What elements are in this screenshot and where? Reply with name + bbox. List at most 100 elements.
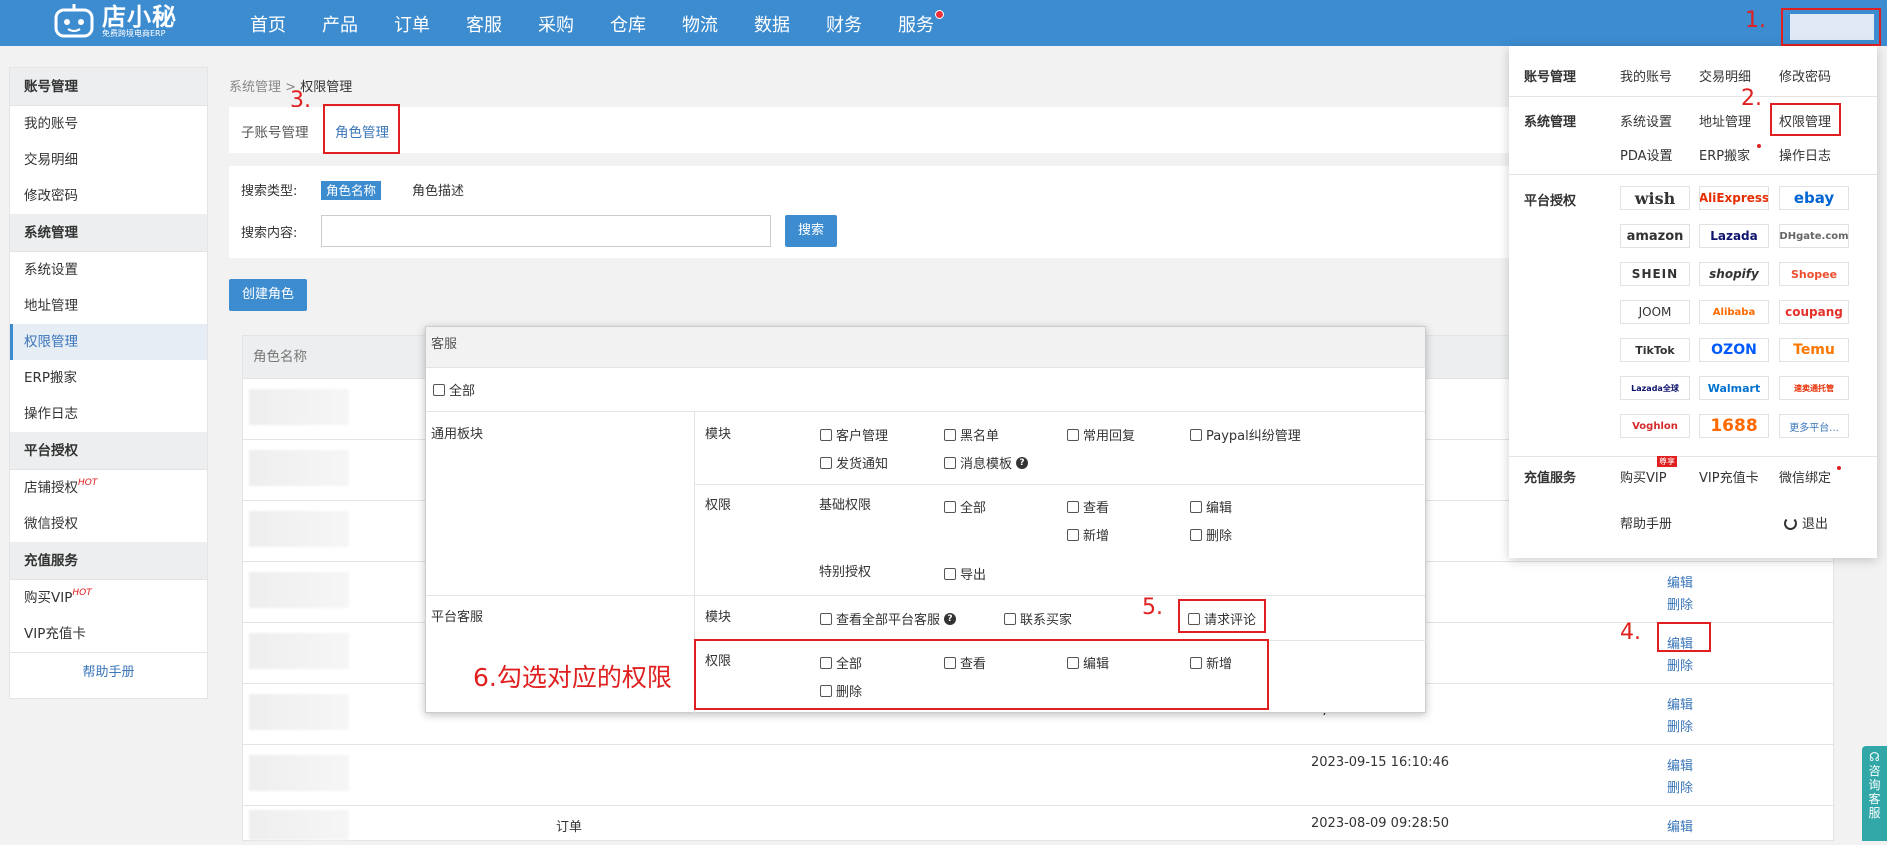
nav-data[interactable]: 数据	[754, 0, 790, 46]
sidebar-item-permissions[interactable]: 权限管理	[10, 324, 207, 360]
nav-purchase[interactable]: 采购	[538, 0, 574, 46]
sidebar-item-system-settings[interactable]: 系统设置	[10, 252, 207, 288]
platform-coupang[interactable]: coupang	[1779, 300, 1849, 324]
edit-link[interactable]: 编辑	[1667, 816, 1693, 835]
search-type-role-name[interactable]: 角色名称	[321, 180, 382, 200]
dd-help[interactable]: 帮助手册	[1620, 513, 1672, 532]
customer-service-float[interactable]: ☊ 咨询客服	[1862, 746, 1887, 841]
platform-amazon[interactable]: amazon	[1620, 224, 1690, 248]
checkbox-customer-mgmt[interactable]: 客户管理	[820, 425, 888, 444]
platform-temu[interactable]: Temu	[1779, 338, 1849, 362]
platform-dhgate[interactable]: DHgate.com	[1779, 224, 1849, 248]
dd-system-settings[interactable]: 系统设置	[1620, 111, 1672, 130]
tab-sub-accounts[interactable]: 子账号管理	[241, 121, 309, 141]
nav-order[interactable]: 订单	[394, 0, 430, 46]
checkbox-contact-buyer[interactable]: 联系买家	[1004, 609, 1072, 628]
checkbox-basic-edit[interactable]: 编辑	[1190, 497, 1232, 516]
platform-shopify[interactable]: shopify	[1699, 262, 1769, 286]
delete-link[interactable]: 删除	[1667, 777, 1693, 796]
search-input[interactable]	[321, 215, 771, 247]
checkbox-basic-add[interactable]: 新增	[1067, 525, 1109, 544]
checkbox-shipping-notice[interactable]: 发货通知	[820, 453, 888, 472]
sidebar-item-vip-card[interactable]: VIP充值卡	[10, 616, 207, 652]
sidebar-item-my-account[interactable]: 我的账号	[10, 106, 207, 142]
checkbox-basic-delete[interactable]: 删除	[1190, 525, 1232, 544]
platform-aliexpress[interactable]: AliExpress	[1699, 186, 1769, 210]
nav-service[interactable]: 客服	[466, 0, 502, 46]
edit-link[interactable]: 编辑	[1667, 694, 1693, 713]
dd-logout[interactable]: 退出	[1784, 513, 1828, 532]
sidebar-item-address[interactable]: 地址管理	[10, 288, 207, 324]
sidebar-item-operation-log[interactable]: 操作日志	[10, 396, 207, 432]
platform-lazada[interactable]: Lazada	[1699, 224, 1769, 248]
delete-link[interactable]: 删除	[1667, 655, 1693, 674]
delete-link[interactable]: 删除	[1667, 594, 1693, 613]
edit-link[interactable]: 编辑	[1667, 755, 1693, 774]
sidebar-help-link[interactable]: 帮助手册	[10, 652, 207, 692]
platform-ebay[interactable]: ebay	[1779, 186, 1849, 210]
sidebar-item-transactions[interactable]: 交易明细	[10, 142, 207, 178]
dd-erp-migrate[interactable]: ERP搬家	[1699, 145, 1750, 164]
nav-home[interactable]: 首页	[250, 0, 286, 46]
platform-aliexpress-managed[interactable]: 速卖通托管	[1779, 376, 1849, 400]
dd-buy-vip[interactable]: 购买VIP	[1620, 467, 1667, 486]
divider	[1509, 456, 1877, 457]
delete-link[interactable]: 删除	[1667, 716, 1693, 735]
search-type-role-desc[interactable]: 角色描述	[412, 180, 464, 199]
checkbox-view-all-platform[interactable]: 查看全部平台客服?	[820, 609, 957, 628]
logo[interactable]: 店小秘 免费跨境电商ERP	[52, 2, 177, 42]
sidebar-item-store-auth[interactable]: 店铺授权HOT	[10, 470, 207, 506]
sidebar-item-buy-vip[interactable]: 购买VIPHOT	[10, 580, 207, 616]
platform-joom[interactable]: JOOM	[1620, 300, 1690, 324]
edit-link[interactable]: 编辑	[1667, 572, 1693, 591]
platform-tiktok[interactable]: TikTok	[1620, 338, 1690, 362]
search-button[interactable]: 搜索	[785, 215, 837, 247]
checkbox-icon	[820, 612, 832, 625]
platform-shopee[interactable]: Shopee	[1779, 262, 1849, 286]
checkbox-basic-view[interactable]: 查看	[1067, 497, 1109, 516]
dd-change-password[interactable]: 修改密码	[1779, 66, 1831, 85]
checkbox-export[interactable]: 导出	[944, 564, 986, 583]
dd-transactions[interactable]: 交易明细	[1699, 66, 1751, 85]
main-nav: 首页 产品 订单 客服 采购 仓库 物流 数据 财务 服务	[232, 0, 952, 46]
dd-pda-settings[interactable]: PDA设置	[1620, 145, 1673, 164]
breadcrumb-parent[interactable]: 系统管理	[229, 80, 281, 95]
checkbox-basic-all[interactable]: 全部	[944, 497, 986, 516]
hot-badge: HOT	[72, 588, 92, 598]
platform-ozon[interactable]: OZON	[1699, 338, 1769, 362]
dd-vip-card[interactable]: VIP充值卡	[1699, 467, 1759, 486]
checkbox-icon	[1067, 500, 1079, 513]
checkbox-paypal-dispute[interactable]: Paypal纠纷管理	[1190, 425, 1301, 444]
nav-warehouse[interactable]: 仓库	[610, 0, 646, 46]
nav-logistics[interactable]: 物流	[682, 0, 718, 46]
checkbox-quick-reply[interactable]: 常用回复	[1067, 425, 1135, 444]
sidebar-item-wechat-auth[interactable]: 微信授权	[10, 506, 207, 542]
sidebar-item-erp-migrate[interactable]: ERP搬家	[10, 360, 207, 396]
help-icon[interactable]: ?	[1016, 456, 1029, 469]
platform-lazada-global[interactable]: Lazada全球	[1620, 376, 1690, 400]
platform-wish[interactable]: wish	[1620, 186, 1690, 210]
nav-services[interactable]: 服务	[898, 0, 944, 46]
platform-voghlon[interactable]: Voghlon	[1620, 414, 1690, 438]
dd-address[interactable]: 地址管理	[1699, 111, 1751, 130]
platform-more[interactable]: 更多平台...	[1779, 414, 1849, 438]
platform-1688[interactable]: 1688	[1699, 414, 1769, 438]
dd-operation-log[interactable]: 操作日志	[1779, 145, 1831, 164]
checkbox-message-template[interactable]: 消息模板?	[944, 453, 1029, 472]
checkbox-all[interactable]: 全部	[433, 380, 475, 399]
highlight-box-permissions	[694, 639, 1269, 710]
dd-my-account[interactable]: 我的账号	[1620, 66, 1672, 85]
checkbox-blacklist[interactable]: 黑名单	[944, 425, 999, 444]
nav-product[interactable]: 产品	[322, 0, 358, 46]
dd-wechat-bind[interactable]: 微信绑定	[1779, 467, 1831, 486]
platform-shein[interactable]: SHEIN	[1620, 262, 1690, 286]
platform-walmart[interactable]: Walmart	[1699, 376, 1769, 400]
sidebar-item-change-password[interactable]: 修改密码	[10, 178, 207, 214]
create-role-button[interactable]: 创建角色	[229, 279, 307, 311]
nav-finance[interactable]: 财务	[826, 0, 862, 46]
vip-badge: 尊享	[1657, 456, 1677, 467]
notification-dot	[1837, 466, 1841, 470]
platform-alibaba[interactable]: Alibaba	[1699, 300, 1769, 324]
checkbox-label: 联系买家	[1020, 613, 1073, 628]
help-icon[interactable]: ?	[944, 612, 957, 625]
